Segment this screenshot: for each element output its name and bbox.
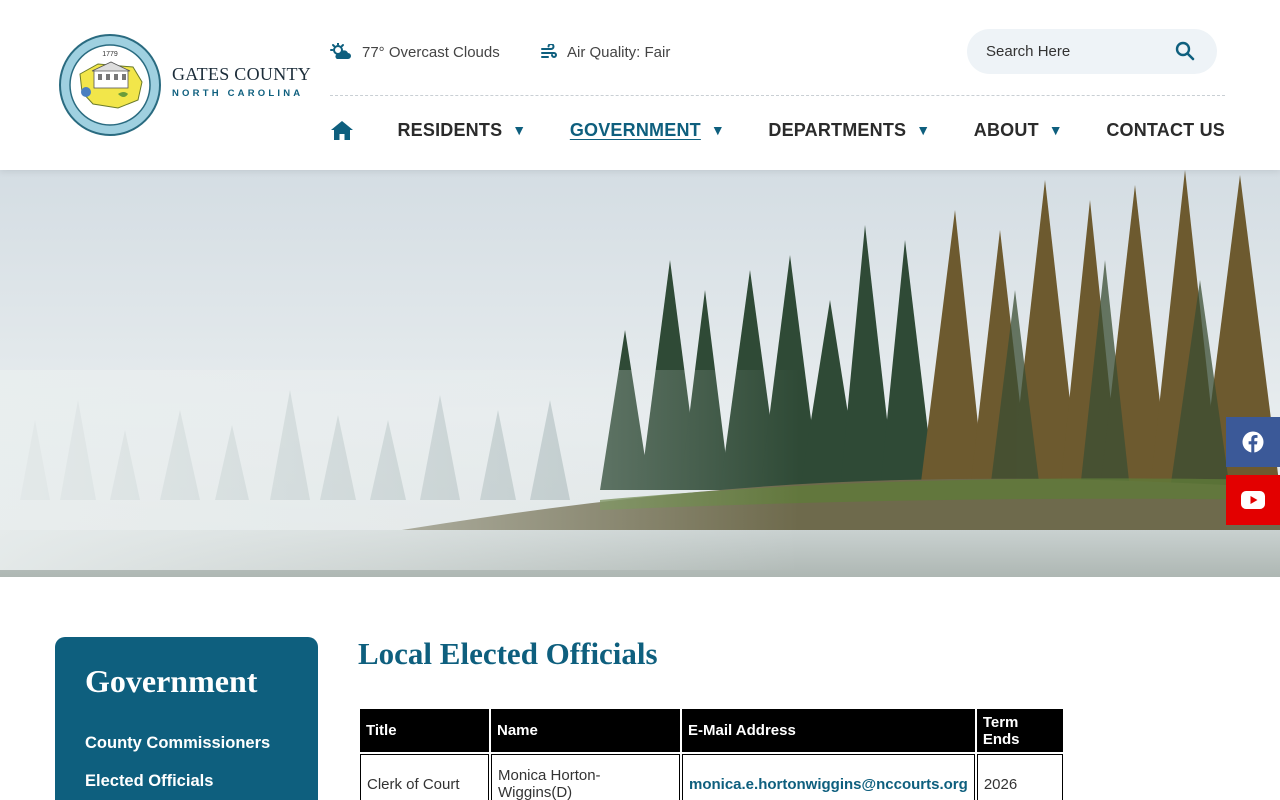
table-row: Clerk of Court Monica Horton-Wiggins(D) … (360, 754, 1063, 800)
cell-term-ends: 2026 (976, 754, 1063, 800)
section-sidebar: Government County Commissioners Elected … (55, 637, 318, 800)
nav-contact-us-label: CONTACT US (1106, 119, 1225, 140)
facebook-tab[interactable] (1226, 417, 1280, 467)
weather-text: 77° Overcast Clouds (362, 43, 500, 61)
officials-table: Title Name E-Mail Address Term Ends Cler… (358, 707, 1065, 800)
nav-residents-label: RESIDENTS (397, 119, 503, 140)
weather-widget: 77° Overcast Clouds (330, 40, 500, 64)
hero-banner-image (0, 170, 1280, 577)
chevron-down-icon: ▼ (1048, 122, 1063, 138)
search-icon[interactable] (1175, 41, 1195, 61)
chevron-down-icon: ▼ (512, 122, 527, 138)
nav-government[interactable]: GOVERNMENT ▼ (570, 120, 725, 141)
weather-cloud-sun-icon (330, 43, 351, 59)
seal-year: 1779 (102, 51, 118, 58)
county-seal-logo[interactable]: 1779 (58, 34, 163, 137)
main-nav: RESIDENTS ▼ GOVERNMENT ▼ DEPARTMENTS ▼ A… (330, 113, 1225, 147)
nav-contact-us[interactable]: CONTACT US (1106, 120, 1225, 141)
nav-about-label: ABOUT (973, 119, 1039, 140)
nav-departments-label: DEPARTMENTS (768, 119, 907, 140)
wind-icon (541, 44, 557, 58)
search-input[interactable] (986, 43, 1176, 60)
nav-government-label: GOVERNMENT (569, 119, 701, 140)
column-header-name: Name (491, 709, 680, 752)
chevron-down-icon: ▼ (916, 122, 931, 138)
column-header-term-ends: Term Ends (976, 709, 1063, 752)
nav-about[interactable]: ABOUT ▼ (974, 120, 1063, 141)
column-header-email: E-Mail Address (682, 709, 975, 752)
brand-subtitle: NORTH CAROLINA (172, 88, 304, 99)
nav-residents[interactable]: RESIDENTS ▼ (397, 120, 526, 141)
email-link[interactable]: monica.e.hortonwiggins@nccourts.org (689, 776, 968, 793)
air-quality-widget: Air Quality: Fair (541, 40, 670, 64)
search-bar (967, 29, 1217, 74)
table-header-row: Title Name E-Mail Address Term Ends (360, 709, 1063, 752)
cell-name: Monica Horton-Wiggins(D) (491, 754, 680, 800)
header-divider (330, 95, 1225, 96)
column-header-title: Title (360, 709, 489, 752)
sidebar-title: Government (85, 663, 258, 699)
cell-title: Clerk of Court (360, 754, 489, 800)
facebook-icon (1242, 431, 1264, 453)
youtube-icon (1241, 491, 1265, 509)
nav-departments[interactable]: DEPARTMENTS ▼ (768, 120, 930, 141)
sidebar-link-county-commissioners[interactable]: County Commissioners (85, 734, 288, 753)
youtube-tab[interactable] (1226, 475, 1280, 525)
home-icon (331, 120, 353, 140)
cell-email: monica.e.hortonwiggins@nccourts.org (682, 754, 975, 800)
chevron-down-icon: ▼ (710, 122, 725, 138)
nav-home[interactable] (330, 120, 354, 141)
brand-name: GATES COUNTY (172, 64, 312, 84)
sidebar-link-elected-officials[interactable]: Elected Officials (85, 772, 288, 791)
air-quality-text: Air Quality: Fair (567, 43, 671, 61)
site-header: 1779 GATES COUNTY NORTH CAROLINA 77° Ove… (0, 0, 1280, 170)
page-title: Local Elected Officials (358, 636, 658, 671)
brand-block[interactable]: GATES COUNTY NORTH CAROLINA (172, 64, 311, 99)
